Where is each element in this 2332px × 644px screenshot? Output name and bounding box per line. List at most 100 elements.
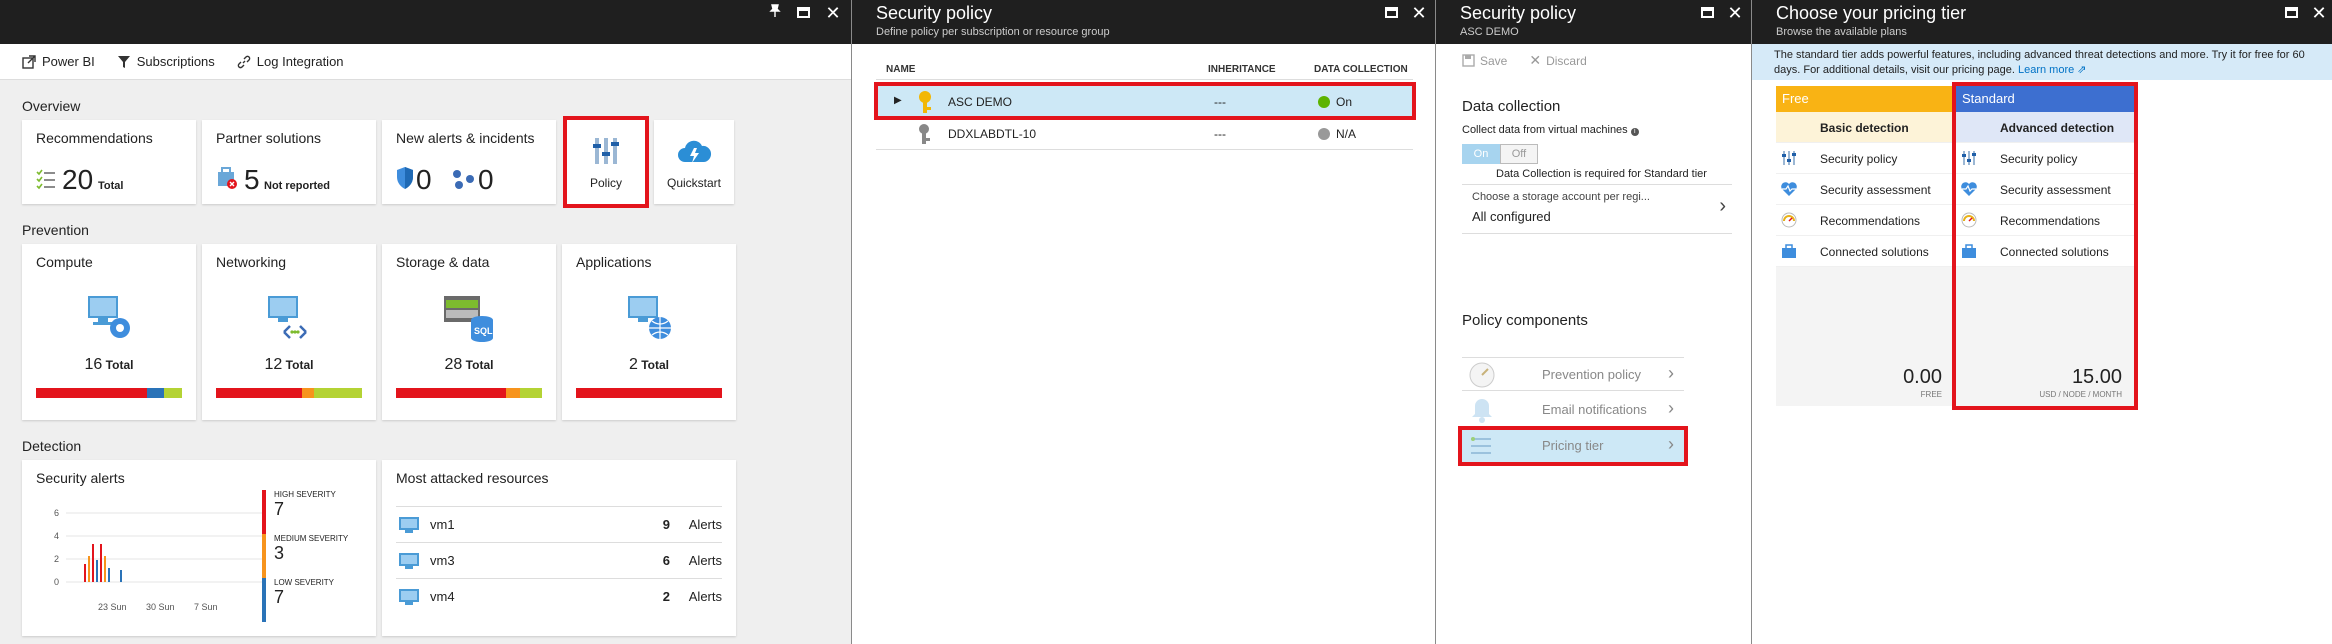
chevron-right-icon: › xyxy=(1719,195,1726,217)
storage-count: 28 xyxy=(444,356,463,373)
col-name[interactable]: NAME xyxy=(886,64,915,75)
quickstart-tile-label: Quickstart xyxy=(666,176,721,190)
learn-more-link[interactable]: Learn more ⇗ xyxy=(2018,64,2087,76)
attacked-row[interactable]: vm4 2 Alerts xyxy=(396,579,722,615)
severity-segment-red xyxy=(576,388,722,398)
maximize-icon[interactable] xyxy=(1698,4,1716,22)
networking-suffix: Total xyxy=(285,358,314,372)
vm-icon xyxy=(399,517,419,533)
applications-count: 2 xyxy=(628,356,638,373)
overview-toolbar: Power BI Subscriptions Log Integration xyxy=(0,44,851,80)
maximize-icon[interactable] xyxy=(2282,4,2300,22)
alerts-count: 0 xyxy=(416,164,432,195)
svg-text:SQL: SQL xyxy=(474,326,493,336)
security-alerts-tile[interactable]: Security alerts 6 4 2 0 23 Sun 30 Sun 7 … xyxy=(22,460,376,636)
recommendations-count: 20 xyxy=(62,164,94,195)
attacked-count: 2 xyxy=(662,589,670,604)
storage-account-selector[interactable]: Choose a storage account per regi... All… xyxy=(1462,184,1732,234)
prevention-policy-item[interactable]: Prevention policy › xyxy=(1462,357,1684,391)
sql-storage-icon: SQL xyxy=(444,296,493,342)
subscriptions-button[interactable]: Subscriptions xyxy=(117,54,215,69)
info-icon[interactable]: i xyxy=(1630,128,1639,136)
most-attacked-tile[interactable]: Most attacked resources vm1 9 Alerts vm3… xyxy=(382,460,736,636)
networking-total: 12 Total xyxy=(202,356,376,374)
save-button[interactable]: Save xyxy=(1462,52,1507,69)
maximize-icon[interactable] xyxy=(1382,4,1400,22)
briefcase-icon xyxy=(1782,244,1796,258)
high-severity-label: HIGH SEVERITY xyxy=(274,490,336,499)
blade-title: Choose your pricing tier xyxy=(1776,3,1967,23)
attacked-count: 9 xyxy=(662,517,670,532)
storage-value: All configured xyxy=(1472,209,1551,224)
alerts-incidents-tile[interactable]: New alerts & incidents 0 0 xyxy=(382,120,556,204)
pin-icon[interactable] xyxy=(766,4,784,22)
data-collection-toggle[interactable]: On Off xyxy=(1462,144,1538,164)
free-plan-card[interactable]: Free Basic detection Security policy Sec… xyxy=(1776,86,1954,406)
col-inheritance[interactable]: INHERITANCE xyxy=(1208,64,1276,75)
attacked-count: 6 xyxy=(662,553,670,568)
networking-count: 12 xyxy=(264,356,283,373)
compute-total: 16 Total xyxy=(22,356,196,374)
compute-tile[interactable]: Compute 16 Total xyxy=(22,244,196,420)
networking-tile[interactable]: Networking 12 Total xyxy=(202,244,376,420)
networking-severity-bar xyxy=(216,388,362,398)
security-policy-blade: Security policy Define policy per subscr… xyxy=(852,0,1436,644)
partner-suffix: Not reported xyxy=(264,180,330,192)
high-severity: HIGH SEVERITY 7 xyxy=(262,490,348,534)
networking-icon xyxy=(268,296,307,339)
toggle-off[interactable]: Off xyxy=(1500,144,1538,164)
y-tick-4: 4 xyxy=(54,531,59,541)
compute-title: Compute xyxy=(36,254,93,270)
close-icon[interactable]: ✕ xyxy=(824,4,842,22)
filter-icon xyxy=(117,55,130,68)
close-icon[interactable]: ✕ xyxy=(1726,4,1744,22)
toggle-on[interactable]: On xyxy=(1462,144,1500,164)
quickstart-tile[interactable]: Quickstart xyxy=(654,120,734,204)
log-integration-button[interactable]: Log Integration xyxy=(237,54,344,69)
attacked-name: vm1 xyxy=(430,517,455,532)
policy-components-heading: Policy components xyxy=(1462,312,1588,329)
compute-severity-bar xyxy=(36,388,182,398)
overview-blade-header: ✕ xyxy=(0,0,851,44)
table-row[interactable]: DDXLABDTL-10 --- N/A xyxy=(876,118,1413,150)
table-header: NAME INHERITANCE DATA COLLECTION xyxy=(876,62,1413,80)
compute-suffix: Total xyxy=(105,358,134,372)
low-severity-value: 7 xyxy=(274,587,285,607)
power-bi-button[interactable]: Power BI xyxy=(22,54,95,69)
attacked-name: vm3 xyxy=(430,553,455,568)
recommendations-tile[interactable]: Recommendations 20 Total xyxy=(22,120,196,204)
close-icon[interactable]: ✕ xyxy=(1410,4,1428,22)
free-price-unit: FREE xyxy=(1920,390,1942,399)
standard-plan-highlight xyxy=(1952,82,2138,410)
feature-row: Security policy xyxy=(1776,143,1954,174)
attacked-row[interactable]: vm1 9 Alerts xyxy=(396,507,722,543)
low-severity: LOW SEVERITY 7 xyxy=(262,578,348,622)
maximize-icon[interactable] xyxy=(794,4,812,22)
asc-toolbar: Save ✕ Discard xyxy=(1462,52,1587,69)
attacked-unit: Alerts xyxy=(688,517,722,532)
storage-data-tile[interactable]: Storage & data SQL 28 Total xyxy=(382,244,556,420)
heart-pulse-icon xyxy=(1781,182,1797,196)
close-icon[interactable]: ✕ xyxy=(2310,4,2328,22)
col-data-collection[interactable]: DATA COLLECTION xyxy=(1314,64,1408,75)
storage-label: Choose a storage account per regi... xyxy=(1472,191,1650,203)
chevron-right-icon: › xyxy=(1668,363,1674,383)
row-collection: N/A xyxy=(1336,127,1357,141)
storage-severity-bar xyxy=(396,388,542,398)
collect-label: Collect data from virtual machines xyxy=(1462,124,1628,136)
feature-label: Connected solutions xyxy=(1820,245,1929,259)
discard-button[interactable]: ✕ Discard xyxy=(1529,52,1586,69)
shield-icon xyxy=(397,167,413,189)
email-notifications-item[interactable]: Email notifications › xyxy=(1462,393,1684,427)
compute-icon xyxy=(88,296,130,338)
attacked-row[interactable]: vm3 6 Alerts xyxy=(396,543,722,579)
blade-subtitle: Define policy per subscription or resour… xyxy=(876,26,1110,38)
partner-solutions-tile[interactable]: Partner solutions 5 Not reported xyxy=(202,120,376,204)
info-banner: The standard tier adds powerful features… xyxy=(1752,44,2332,80)
severity-segment-red xyxy=(396,388,506,398)
incidents-icon xyxy=(453,170,474,189)
applications-tile[interactable]: Applications 2 Total xyxy=(562,244,736,420)
feature-label: Security assessment xyxy=(1820,183,1931,197)
recommendations-title: Recommendations xyxy=(36,130,153,146)
recommendations-suffix: Total xyxy=(98,180,124,192)
